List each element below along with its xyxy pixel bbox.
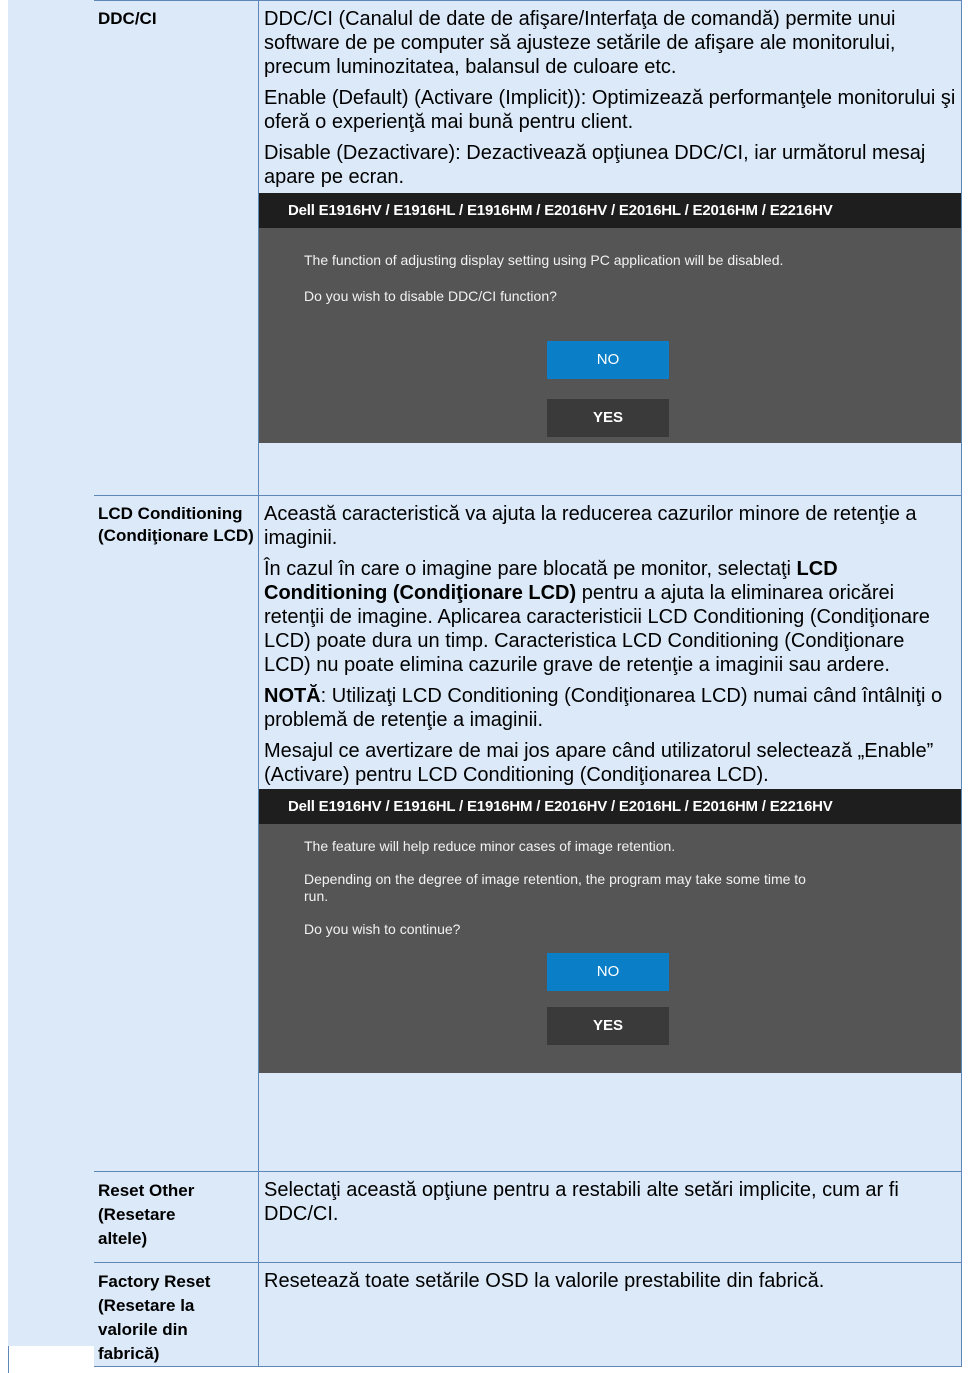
ddc-ci-disable-text: Disable (Dezactivare): Dezactivează opţi… [264, 142, 926, 188]
table-row-ddc-ci: DDC/CI DDC/CI (Canalul de date de afişar… [94, 0, 962, 496]
dialog-message-detail: Depending on the degree of image retenti… [304, 871, 806, 904]
dialog-title-bar: Dell E1916HV / E1916HL / E1916HM / E2016… [259, 789, 961, 824]
lcd-usage-lead: În cazul în care o imagine pare blocată … [264, 558, 791, 580]
lcd-usage-text: În cazul în care o imagine pare blocată … [264, 557, 956, 677]
dialog-question: Do you wish to disable DDC/CI function? [304, 288, 557, 304]
label-cell-factory-reset: Factory Reset (Resetare la valorile din … [94, 1262, 259, 1367]
ddc-ci-intro-text: DDC/CI (Canalul de date de afişare/Inter… [264, 8, 896, 78]
ddc-ci-enable-text: Enable (Default) (Activare (Implicit)): … [264, 87, 956, 133]
dialog-message: The function of adjusting display settin… [304, 252, 784, 268]
setting-name-reset-other: Reset Other (Resetare altele) [98, 1181, 195, 1248]
label-cell-ddc-ci: DDC/CI [94, 0, 259, 496]
label-cell-lcd-conditioning: LCD Conditioning (Condiţionare LCD) [94, 495, 259, 1172]
lcd-conditioning-description: Această caracteristică va ajuta la reduc… [259, 496, 961, 787]
description-cell-reset-other: Selectaţi această opţiune pentru a resta… [258, 1171, 962, 1263]
menu-sidebar-strip [8, 0, 95, 1346]
dialog-question: Do you wish to continue? [304, 921, 461, 937]
lcd-warning-intro-text: Mesajul ce avertizare de mai jos apare c… [264, 740, 934, 786]
table-row-lcd-conditioning: LCD Conditioning (Condiţionare LCD) Acea… [94, 495, 962, 1172]
factory-reset-description: Resetează toate setările OSD la valorile… [264, 1270, 825, 1292]
dialog-body: The function of adjusting display settin… [259, 228, 961, 437]
setting-name-ddc-ci: DDC/CI [98, 9, 157, 28]
note-body: : Utilizaţi LCD Conditioning (Condiţiona… [264, 685, 943, 731]
ddc-ci-description: DDC/CI (Canalul de date de afişare/Inter… [259, 1, 961, 189]
dialog-no-button[interactable]: NO [547, 953, 669, 991]
dialog-body: The feature will help reduce minor cases… [259, 824, 961, 1045]
reset-other-description: Selectaţi această opţiune pentru a resta… [264, 1179, 899, 1225]
dialog-title-bar: Dell E1916HV / E1916HL / E1916HM / E2016… [259, 193, 961, 228]
lcd-intro-text: Această caracteristică va ajuta la reduc… [264, 503, 917, 549]
table-row-factory-reset: Factory Reset (Resetare la valorile din … [94, 1262, 962, 1367]
setting-name-lcd-conditioning: LCD Conditioning (Condiţionare LCD) [98, 504, 254, 545]
lcd-conditioning-dialog: Dell E1916HV / E1916HL / E1916HM / E2016… [259, 789, 961, 1073]
lcd-note-text: NOTĂ: Utilizaţi LCD Conditioning (Condiţ… [264, 684, 956, 732]
note-label: NOTĂ [264, 685, 321, 707]
table-row-reset-other: Reset Other (Resetare altele) Selectaţi … [94, 1171, 962, 1263]
description-cell-ddc-ci: DDC/CI (Canalul de date de afişare/Inter… [258, 0, 962, 496]
dialog-yes-button[interactable]: YES [547, 399, 669, 437]
description-cell-factory-reset: Resetează toate setările OSD la valorile… [258, 1262, 962, 1367]
setting-name-factory-reset: Factory Reset (Resetare la valorile din … [98, 1272, 211, 1363]
dialog-yes-button[interactable]: YES [547, 1007, 669, 1045]
settings-table: DDC/CI DDC/CI (Canalul de date de afişar… [94, 0, 962, 1367]
description-cell-lcd-conditioning: Această caracteristică va ajuta la reduc… [258, 495, 962, 1172]
dialog-no-button[interactable]: NO [547, 341, 669, 379]
label-cell-reset-other: Reset Other (Resetare altele) [94, 1171, 259, 1263]
ddc-ci-disable-dialog: Dell E1916HV / E1916HL / E1916HM / E2016… [259, 193, 961, 443]
dialog-message: The feature will help reduce minor cases… [304, 838, 676, 854]
